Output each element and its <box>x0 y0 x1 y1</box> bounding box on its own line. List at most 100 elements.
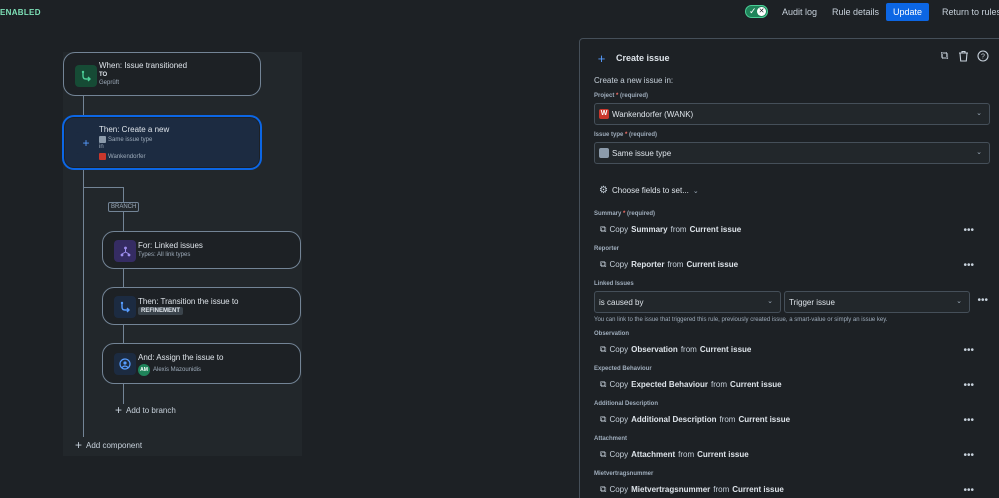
assignee-row: AM Alexis Mazounidis <box>138 364 201 376</box>
additional-description-label: Additional Description <box>594 401 659 407</box>
mietvertragsnummer-copy-row[interactable]: ⧉ Copy Mietvertragsnummer from Current issu… <box>600 484 784 495</box>
link-target-value: Trigger issue <box>789 297 835 307</box>
create-project: Wankendorfer <box>108 153 146 160</box>
chevron-down-icon: ⌄ <box>692 187 699 195</box>
issue-type-label: Issue type * (required) <box>594 132 658 138</box>
assign-card[interactable]: And: Assign the issue to AM Alexis Mazou… <box>102 343 301 384</box>
copy-icon: ⧉ <box>600 484 607 494</box>
issue-type-icon <box>599 148 609 158</box>
issue-type-value: Same issue type <box>612 148 672 158</box>
copy-icon: ⧉ <box>600 379 607 389</box>
attachment-label: Attachment <box>594 436 628 442</box>
more-actions-icon[interactable]: ••• <box>963 416 974 426</box>
copy-icon: ⧉ <box>600 414 607 424</box>
panel-tools: ⧉ ? <box>938 50 989 63</box>
linked-issues-label: Linked Issues <box>594 281 634 287</box>
trigger-card[interactable]: When: Issue transitioned TO Geprüft <box>63 52 261 96</box>
transition-title: Then: Transition the issue to <box>138 297 239 306</box>
chevron-down-icon: ⌄ <box>976 110 982 117</box>
add-component-label: Add component <box>86 441 143 450</box>
for-linked-title: For: Linked issues <box>138 241 203 250</box>
more-actions-icon[interactable]: ••• <box>963 486 974 496</box>
create-project-row: Wankendorfer <box>99 153 145 160</box>
plus-icon: + <box>115 403 123 417</box>
connector-line <box>83 96 84 116</box>
choose-fields-label: Choose fields to set... <box>611 186 689 195</box>
transition-card[interactable]: Then: Transition the issue to REFINEMENT <box>102 287 301 325</box>
panel-subheading: Create a new issue in: <box>594 76 674 85</box>
create-type: Same issue type <box>108 136 153 143</box>
add-component-button[interactable]: + Add component <box>75 438 143 452</box>
assign-title: And: Assign the issue to <box>138 353 224 362</box>
connector-line <box>123 324 124 344</box>
close-icon: ✕ <box>757 7 766 16</box>
more-actions-icon[interactable]: ••• <box>963 261 974 271</box>
observation-label: Observation <box>594 331 630 337</box>
user-icon <box>114 353 136 375</box>
status-badge: REFINEMENT <box>138 307 183 315</box>
observation-copy-row[interactable]: ⧉ Copy Observation from Current issue <box>600 344 751 355</box>
rule-enabled-toggle[interactable]: ✓ ✕ <box>745 5 768 18</box>
project-select[interactable]: W Wankendorfer (WANK) ⌄ <box>594 103 990 125</box>
create-title: Then: Create a new <box>99 125 170 134</box>
plus-icon: + <box>75 132 97 154</box>
trigger-status: Geprüft <box>99 80 120 86</box>
issue-type-icon <box>99 136 106 143</box>
add-to-branch-button[interactable]: + Add to branch <box>115 403 176 417</box>
more-actions-icon[interactable]: ••• <box>963 381 974 391</box>
plus-icon: + <box>75 438 83 452</box>
attachment-copy-row[interactable]: ⧉ Copy Attachment from Current issue <box>600 449 749 460</box>
link-type-select[interactable]: is caused by ⌄ <box>594 291 781 313</box>
mietvertragsnummer-label: Mietvertragsnummer <box>594 471 654 477</box>
expected-behaviour-copy-row[interactable]: ⧉ Copy Expected Behaviour from Current issu… <box>600 379 782 390</box>
plus-icon: + <box>597 51 606 66</box>
connector-line <box>83 187 84 437</box>
more-actions-icon[interactable]: ••• <box>963 346 974 356</box>
check-icon: ✓ <box>749 6 757 16</box>
issue-type-select[interactable]: Same issue type ⌄ <box>594 142 990 164</box>
more-actions-icon[interactable]: ••• <box>963 451 974 461</box>
more-actions-icon[interactable]: ••• <box>977 296 988 306</box>
linked-issues-hint: You can link to the issue that triggered… <box>594 317 888 323</box>
connector-line <box>83 187 123 188</box>
duplicate-icon[interactable]: ⧉ <box>938 50 951 63</box>
create-issue-panel: + Create issue ⧉ ? Create a new issue in… <box>579 38 999 498</box>
expected-behaviour-label: Expected Behaviour <box>594 366 652 372</box>
choose-fields-button[interactable]: ⚙ Choose fields to set... ⌄ <box>599 185 699 196</box>
link-type-value: is caused by <box>599 297 644 307</box>
connector-line <box>123 384 124 404</box>
more-actions-icon[interactable]: ••• <box>963 226 974 236</box>
trigger-title: When: Issue transitioned <box>99 61 188 70</box>
connector-line <box>123 268 124 288</box>
reporter-copy-row[interactable]: ⧉ Copy Reporter from Current issue <box>600 259 738 270</box>
trigger-to-label: TO <box>99 72 108 78</box>
chevron-down-icon: ⌄ <box>976 149 982 156</box>
rule-details-button[interactable]: Rule details <box>832 3 879 21</box>
link-target-select[interactable]: Trigger issue ⌄ <box>784 291 970 313</box>
create-type-row: Same issue type <box>99 136 152 143</box>
additional-description-copy-row[interactable]: ⧉ Copy Additional Description from Current … <box>600 414 790 425</box>
summary-label: Summary * (required) <box>594 211 656 217</box>
reporter-label: Reporter <box>594 246 620 252</box>
create-issue-card[interactable]: + Then: Create a new Same issue type in … <box>62 115 262 170</box>
chevron-down-icon: ⌄ <box>956 298 962 305</box>
copy-icon: ⧉ <box>600 449 607 459</box>
summary-copy-row[interactable]: ⧉ Copy Summary from Current issue <box>600 224 741 235</box>
gear-icon: ⚙ <box>599 185 608 196</box>
transition-icon <box>75 65 97 87</box>
audit-log-button[interactable]: Audit log <box>782 3 817 21</box>
copy-icon: ⧉ <box>600 224 607 234</box>
copy-icon: ⧉ <box>600 344 607 354</box>
connector-line <box>83 169 84 187</box>
for-linked-issues-card[interactable]: For: Linked issues Types: All link types <box>102 231 301 269</box>
branch-icon <box>114 240 136 262</box>
chevron-down-icon: ⌄ <box>767 298 773 305</box>
trash-icon[interactable] <box>957 50 970 63</box>
svg-text:?: ? <box>981 54 985 61</box>
panel-title: Create issue <box>616 53 670 63</box>
return-to-rules-button[interactable]: Return to rules <box>942 3 999 21</box>
avatar: AM <box>138 364 150 376</box>
add-to-branch-label: Add to branch <box>126 406 176 415</box>
update-button[interactable]: Update <box>886 3 930 21</box>
help-icon[interactable]: ? <box>976 50 989 63</box>
